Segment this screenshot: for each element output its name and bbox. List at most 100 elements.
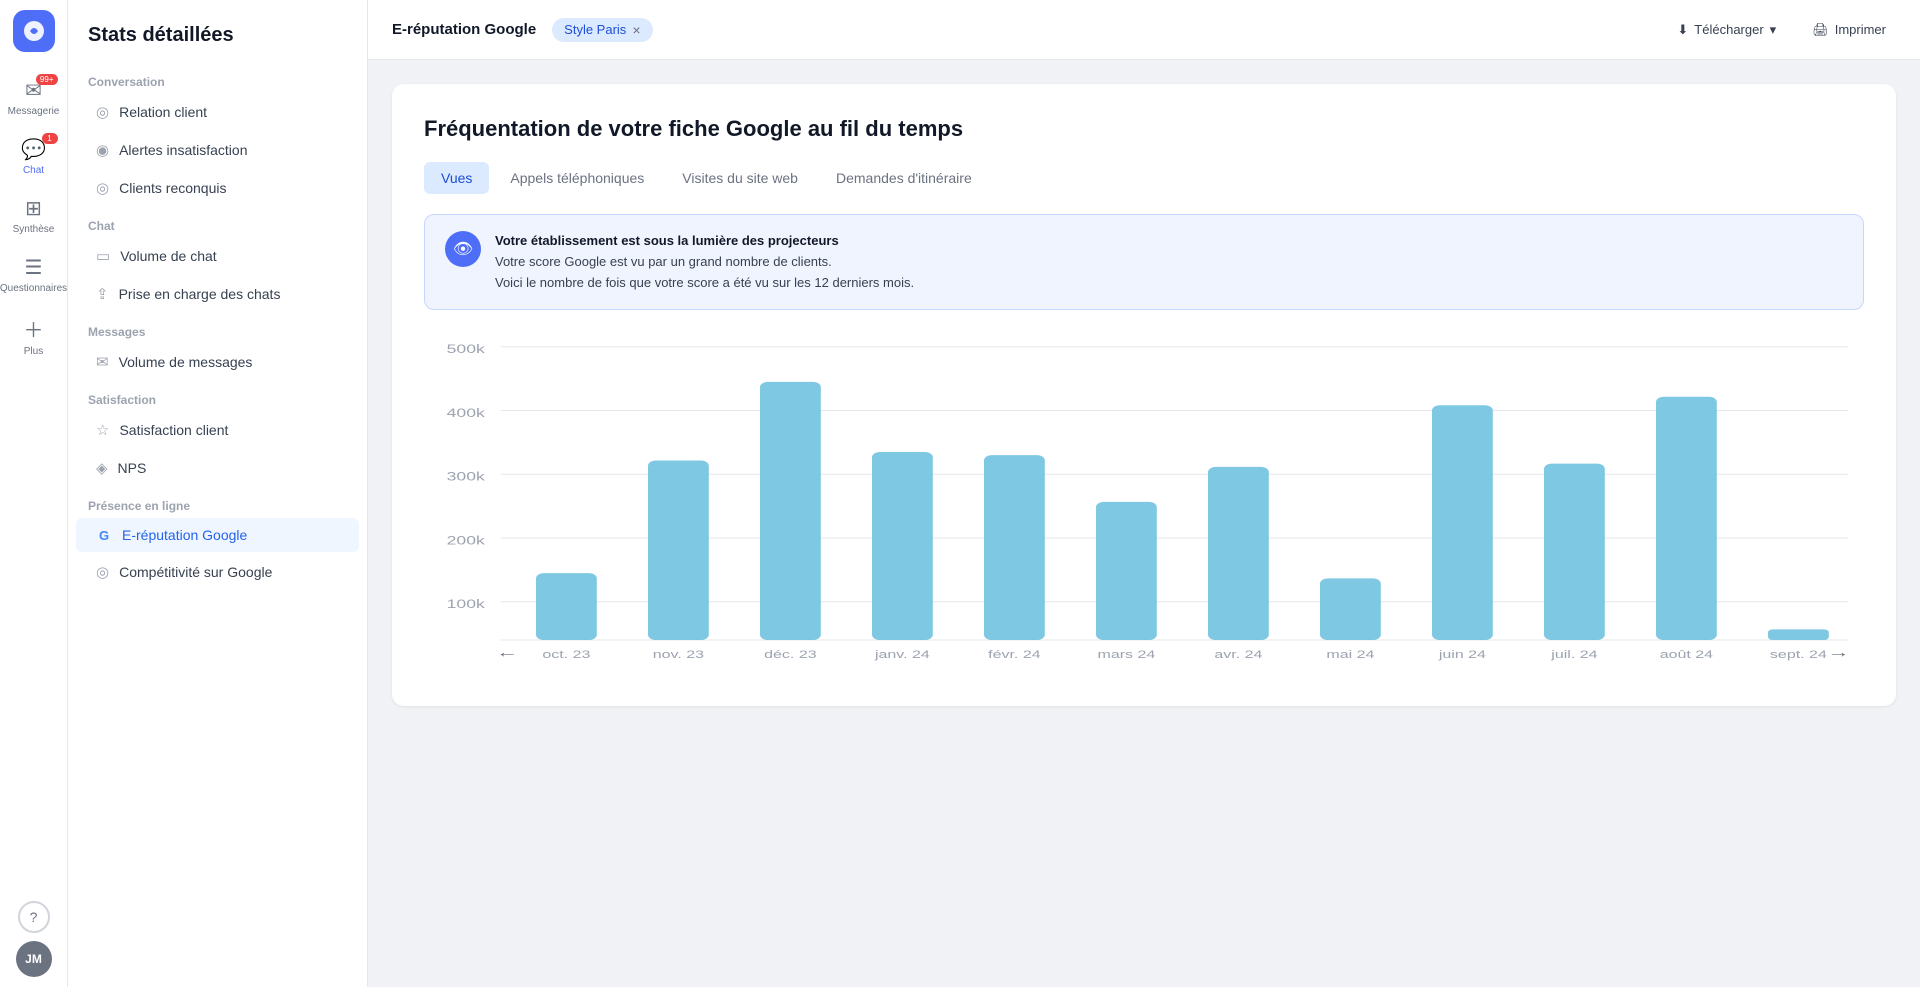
chat-label: Chat: [23, 165, 44, 176]
volume-chat-icon: ▭: [96, 247, 110, 265]
satisfaction-client-label: Satisfaction client: [119, 422, 228, 438]
sidebar-item-synthese[interactable]: ⊞ Synthèse: [4, 186, 64, 245]
svg-text:←: ←: [496, 645, 518, 661]
nps-icon: ◈: [96, 459, 108, 477]
tab-itineraire[interactable]: Demandes d'itinéraire: [819, 162, 989, 194]
svg-text:oct. 23: oct. 23: [542, 649, 590, 661]
chip-close-button[interactable]: ×: [632, 22, 640, 38]
prise-en-charge-label: Prise en charge des chats: [119, 286, 281, 302]
chat-badge: 1: [42, 133, 58, 144]
alertes-label: Alertes insatisfaction: [119, 142, 247, 158]
svg-text:août 24: août 24: [1660, 649, 1714, 661]
svg-text:févr. 24: févr. 24: [988, 649, 1041, 661]
bar-dec23: [760, 382, 821, 640]
bar-chart: 500k 400k 300k 200k 100k ← →: [424, 334, 1864, 674]
messagerie-label: Messagerie: [8, 106, 60, 117]
print-icon: 🖨: [1812, 22, 1829, 38]
svg-text:200k: 200k: [447, 535, 486, 548]
chip-label: Style Paris: [564, 22, 626, 37]
sidebar-item-e-reputation-google[interactable]: G E-réputation Google: [76, 518, 359, 552]
svg-text:nov. 23: nov. 23: [653, 649, 704, 661]
banner-line2: Voici le nombre de fois que votre score …: [495, 275, 914, 290]
svg-text:juil. 24: juil. 24: [1550, 649, 1598, 661]
bar-avr24: [1208, 467, 1269, 640]
bar-sept24: [1768, 630, 1829, 641]
sidebar-item-clients-reconquis[interactable]: ◎ Clients reconquis: [76, 170, 359, 206]
content-area: Fréquentation de votre fiche Google au f…: [368, 60, 1920, 987]
tab-vues[interactable]: Vues: [424, 162, 489, 194]
print-button[interactable]: 🖨 Imprimer: [1802, 16, 1896, 44]
svg-text:mai 24: mai 24: [1326, 649, 1375, 661]
svg-text:500k: 500k: [447, 343, 486, 356]
help-button[interactable]: ?: [18, 901, 50, 933]
satisfaction-client-icon: ☆: [96, 421, 109, 439]
download-button[interactable]: ⬇ Télécharger ▾: [1667, 16, 1786, 44]
sidebar-item-prise-en-charge[interactable]: ⇪ Prise en charge des chats: [76, 276, 359, 312]
main-content: E-réputation Google Style Paris × ⬇ Télé…: [368, 0, 1920, 987]
banner-line1: Votre score Google est vu par un grand n…: [495, 254, 832, 269]
section-satisfaction-label: Satisfaction: [68, 381, 367, 411]
bar-oct23: [536, 573, 597, 640]
tab-visites[interactable]: Visites du site web: [665, 162, 815, 194]
clients-reconquis-label: Clients reconquis: [119, 180, 226, 196]
eye-icon: 👁: [445, 231, 481, 267]
topbar-title: E-réputation Google: [392, 21, 536, 38]
sidebar-item-volume-messages[interactable]: ✉ Volume de messages: [76, 344, 359, 380]
svg-text:janv. 24: janv. 24: [874, 649, 931, 661]
bar-janv24: [872, 452, 933, 640]
competitivite-icon: ◎: [96, 563, 109, 581]
info-banner: 👁 Votre établissement est sous la lumièr…: [424, 214, 1864, 310]
volume-chat-label: Volume de chat: [120, 248, 217, 264]
section-conversation-label: Conversation: [68, 63, 367, 93]
e-reputation-label: E-réputation Google: [122, 527, 247, 543]
app-logo[interactable]: [13, 10, 55, 52]
filter-chip[interactable]: Style Paris ×: [552, 18, 652, 42]
competitivite-label: Compétitivité sur Google: [119, 564, 272, 580]
plus-label: Plus: [24, 346, 43, 357]
volume-messages-icon: ✉: [96, 353, 109, 371]
sidebar-item-satisfaction-client[interactable]: ☆ Satisfaction client: [76, 412, 359, 448]
section-messages-label: Messages: [68, 313, 367, 343]
relation-client-icon: ◎: [96, 103, 109, 121]
alertes-icon: ◉: [96, 141, 109, 159]
volume-messages-label: Volume de messages: [119, 354, 253, 370]
svg-text:avr. 24: avr. 24: [1214, 649, 1263, 661]
topbar: E-réputation Google Style Paris × ⬇ Télé…: [368, 0, 1920, 60]
icon-bar: ✉ 99+ Messagerie 💬 1 Chat ⊞ Synthèse ☰ Q…: [0, 0, 68, 987]
sidebar-item-nps[interactable]: ◈ NPS: [76, 450, 359, 486]
bar-mars24: [1096, 502, 1157, 640]
sidebar-item-competitivite-google[interactable]: ◎ Compétitivité sur Google: [76, 554, 359, 590]
bar-nov23: [648, 461, 709, 641]
bar-aout24: [1656, 397, 1717, 640]
topbar-actions: ⬇ Télécharger ▾ 🖨 Imprimer: [1667, 16, 1896, 44]
sidebar-item-chat[interactable]: 💬 1 Chat: [4, 127, 64, 186]
info-banner-text: Votre établissement est sous la lumière …: [495, 231, 914, 293]
svg-text:mars 24: mars 24: [1097, 649, 1155, 661]
print-label: Imprimer: [1835, 22, 1886, 37]
sidebar-title: Stats détaillées: [68, 0, 367, 63]
chart-tabs: Vues Appels téléphoniques Visites du sit…: [424, 162, 1864, 194]
tab-appels[interactable]: Appels téléphoniques: [493, 162, 661, 194]
clients-reconquis-icon: ◎: [96, 179, 109, 197]
sidebar-item-messagerie[interactable]: ✉ 99+ Messagerie: [4, 68, 64, 127]
synthese-label: Synthèse: [13, 224, 55, 235]
sidebar-item-relation-client[interactable]: ◎ Relation client: [76, 94, 359, 130]
user-avatar[interactable]: JM: [16, 941, 52, 977]
banner-title: Votre établissement est sous la lumière …: [495, 233, 839, 248]
svg-text:→: →: [1827, 645, 1849, 661]
prise-en-charge-icon: ⇪: [96, 285, 109, 303]
section-chat-label: Chat: [68, 207, 367, 237]
bar-mai24: [1320, 579, 1381, 641]
sidebar-item-volume-chat[interactable]: ▭ Volume de chat: [76, 238, 359, 274]
sidebar-item-alertes-insatisfaction[interactable]: ◉ Alertes insatisfaction: [76, 132, 359, 168]
svg-text:déc. 23: déc. 23: [764, 649, 816, 661]
section-presence-label: Présence en ligne: [68, 487, 367, 517]
google-icon: G: [96, 527, 112, 543]
sidebar-item-plus[interactable]: ＋ Plus: [4, 304, 64, 367]
svg-text:100k: 100k: [447, 598, 486, 611]
sidebar-item-questionnaires[interactable]: ☰ Questionnaires: [4, 245, 64, 304]
main-card: Fréquentation de votre fiche Google au f…: [392, 84, 1896, 706]
download-icon: ⬇: [1677, 22, 1688, 38]
bar-fevr24: [984, 456, 1045, 641]
download-chevron-icon: ▾: [1770, 22, 1777, 38]
